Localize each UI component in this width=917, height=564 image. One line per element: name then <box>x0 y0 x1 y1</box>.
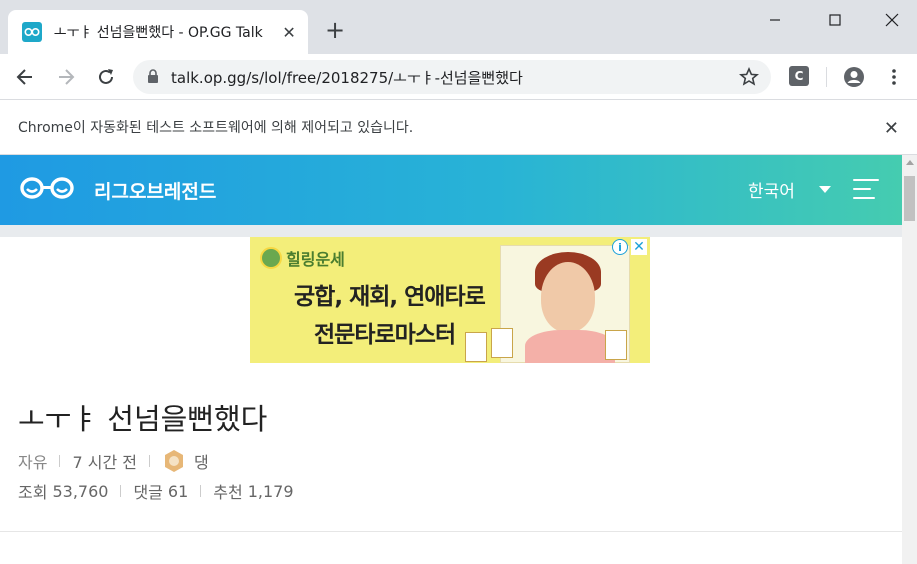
tab-strip: ㅗㅜㅑ 선넘을뻔했다 - OP.GG Talk ✕ + <box>0 0 917 54</box>
browser-toolbar: talk.op.gg/s/lol/free/2018275/ㅗㅜㅑ-선넘을뻔했다… <box>0 54 917 100</box>
ad-subheadline: 전문타로마스터 <box>314 322 456 348</box>
ad-info-icon[interactable]: i <box>612 239 628 255</box>
content-divider <box>0 531 902 532</box>
ad-portrait-image <box>465 245 630 363</box>
ad-close-icon[interactable]: ✕ <box>631 239 647 255</box>
post-category[interactable]: 자유 <box>18 449 47 473</box>
post-author[interactable]: 댕 <box>194 449 209 473</box>
ad-brand-logo-icon <box>260 247 282 269</box>
meta-divider <box>148 455 150 467</box>
content-top-strip <box>0 225 902 237</box>
profile-avatar-icon[interactable] <box>842 65 866 89</box>
language-selector[interactable]: 한국어 <box>748 177 795 202</box>
automation-infobar: Chrome이 자동화된 테스트 소프트웨어에 의해 제어되고 있습니다. ✕ <box>0 100 917 155</box>
caret-down-icon[interactable] <box>819 186 831 193</box>
comments-count: 61 <box>167 481 189 501</box>
meta-divider <box>59 455 61 467</box>
maximize-icon[interactable] <box>812 8 858 32</box>
lock-icon <box>147 68 159 87</box>
extension-icon[interactable]: C <box>789 66 809 86</box>
tab-title: ㅗㅜㅑ 선넘을뻔했다 - OP.GG Talk <box>53 25 263 41</box>
site-header: 리그오브레전드 한국어 <box>0 155 902 225</box>
browser-tab[interactable]: ㅗㅜㅑ 선넘을뻔했다 - OP.GG Talk ✕ <box>8 10 308 54</box>
hamburger-menu-icon[interactable] <box>853 179 879 201</box>
post-meta: 자유 7 시간 전 댕 <box>18 449 209 473</box>
url-text: talk.op.gg/s/lol/free/2018275/ㅗㅜㅑ-선넘을뻔했다 <box>171 68 523 87</box>
scroll-up-arrow-icon[interactable] <box>906 160 914 165</box>
post-title: ㅗㅜㅑ 선넘을뻔했다 <box>18 402 268 436</box>
ad-brand-text: 힐링운세 <box>286 250 345 269</box>
ad-brand: 힐링운세 <box>260 246 345 270</box>
opgg-favicon-icon <box>22 22 42 42</box>
infobar-text: Chrome이 자동화된 테스트 소프트웨어에 의해 제어되고 있습니다. <box>18 120 414 136</box>
back-arrow-icon[interactable] <box>13 65 37 89</box>
infobar-close-icon[interactable]: ✕ <box>884 118 899 139</box>
likes-label: 추천 <box>213 483 243 502</box>
meta-divider <box>120 485 122 497</box>
address-bar[interactable]: talk.op.gg/s/lol/free/2018275/ㅗㅜㅑ-선넘을뻔했다 <box>133 60 771 94</box>
opgg-logo-icon[interactable] <box>18 175 76 205</box>
reload-icon[interactable] <box>94 65 118 89</box>
close-window-icon[interactable] <box>869 8 915 32</box>
minimize-icon[interactable] <box>752 8 798 32</box>
bookmark-star-icon[interactable] <box>738 67 760 91</box>
ad-headline: 궁합, 재회, 연애타로 <box>294 284 486 310</box>
author-tier-icon <box>162 449 186 473</box>
toolbar-separator <box>826 67 827 87</box>
post-time: 7 시간 전 <box>72 453 137 472</box>
comments-label: 댓글 <box>133 483 163 502</box>
tab-close-icon[interactable]: ✕ <box>280 23 298 42</box>
site-brand-name[interactable]: 리그오브레전드 <box>94 177 216 204</box>
more-menu-icon[interactable] <box>882 65 906 89</box>
views-count: 53,760 <box>52 481 109 501</box>
scrollbar-thumb[interactable] <box>904 176 915 221</box>
new-tab-icon[interactable]: + <box>325 18 345 42</box>
post-stats: 조회 53,760 댓글 61 추천 1,179 <box>18 479 294 503</box>
likes-count: 1,179 <box>247 481 294 501</box>
forward-arrow-icon[interactable] <box>54 65 78 89</box>
advertisement-banner[interactable]: 힐링운세 궁합, 재회, 연애타로 전문타로마스터 i ✕ <box>250 237 650 363</box>
meta-divider <box>200 485 202 497</box>
views-label: 조회 <box>18 483 48 502</box>
